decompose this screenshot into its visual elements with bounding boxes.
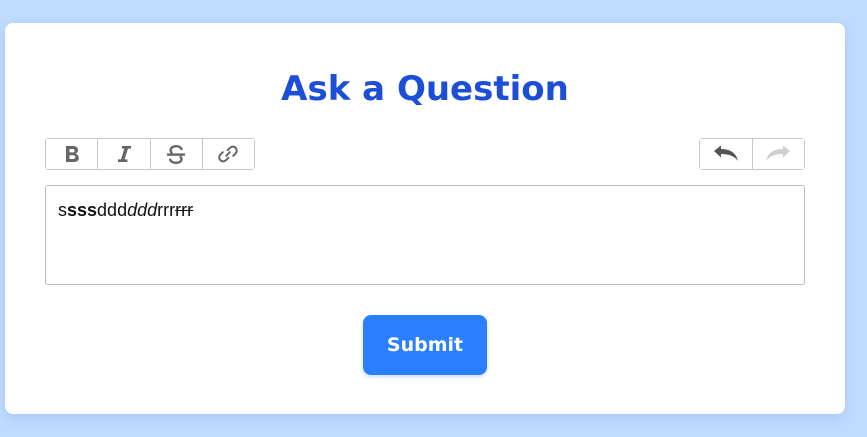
undo-icon	[712, 145, 740, 163]
redo-button[interactable]	[752, 139, 804, 169]
bold-button[interactable]	[46, 139, 99, 169]
strikethrough-icon	[165, 144, 187, 164]
question-editor[interactable]: ssssddddddrrrrrr	[45, 185, 805, 285]
link-button[interactable]	[202, 139, 254, 169]
question-card: Ask a Question ssssddddddrrrrrr Submit	[5, 23, 845, 414]
editor-text-italic: ddd	[127, 200, 158, 220]
redo-icon	[764, 145, 792, 163]
editor-text-bold: sss	[67, 200, 98, 220]
italic-icon	[115, 144, 133, 164]
editor-text: ddd	[97, 200, 128, 220]
link-icon	[217, 143, 239, 165]
editor-text: s	[58, 200, 67, 220]
page-title: Ask a Question	[281, 69, 569, 109]
editor-text-strikethrough: rrr	[175, 200, 194, 220]
submit-button[interactable]: Submit	[363, 315, 487, 375]
undo-button[interactable]	[700, 139, 753, 169]
italic-button[interactable]	[98, 139, 151, 169]
history-toolbar	[699, 138, 805, 170]
bold-icon	[63, 144, 81, 164]
strikethrough-button[interactable]	[150, 139, 203, 169]
editor-text: rrr	[157, 200, 176, 220]
format-toolbar	[45, 138, 255, 170]
